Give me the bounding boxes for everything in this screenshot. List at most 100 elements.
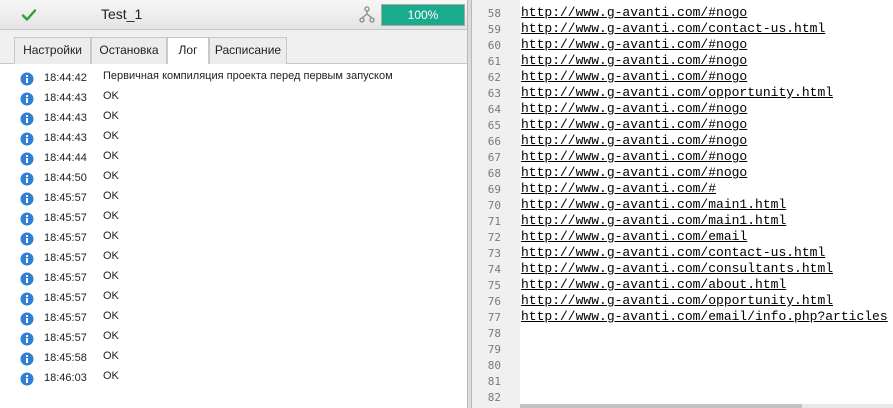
tab-settings[interactable]: Настройки [14,37,91,64]
line-number: 60 [487,39,501,52]
log-row[interactable]: 18:45:58 OK [0,349,467,369]
task-header[interactable]: Test_1 100% [0,0,467,30]
log-row[interactable]: 18:45:57 OK [0,209,467,229]
code-line[interactable]: http://www.g-avanti.com/# [521,181,716,196]
tab-schedule[interactable]: Расписание [209,37,287,64]
text-editor[interactable]: 58 59 60 61 62 63 64 65 66 67 68 69 70 71 72 73 74 75 76 77… [472,0,893,408]
line-number: 61 [487,55,501,68]
log-message: OK [103,270,119,282]
line-number-gutter: 58 59 60 61 62 63 64 65 66 67 68 69 70 71 72 73 74 75 76 77… [472,0,520,408]
info-icon [20,152,34,166]
info-icon [20,272,34,286]
line-number: 81 [487,375,501,388]
log-row[interactable]: 18:45:57 OK [0,249,467,269]
code-line[interactable]: http://www.g-avanti.com/#nogo [521,37,747,52]
log-row[interactable]: 18:44:50 OK [0,169,467,189]
log-row[interactable]: 18:45:57 OK [0,269,467,289]
log-list[interactable]: 18:44:42 Первичная компиляция проекта пер… [0,64,467,408]
code-line[interactable]: http://www.g-avanti.com/#nogo [521,5,747,20]
info-icon [20,352,34,366]
line-number: 62 [487,71,501,84]
log-time: 18:45:57 [44,332,87,344]
line-number: 73 [487,247,501,260]
code-line[interactable]: http://www.g-avanti.com/consultants.html [521,261,833,276]
line-number: 68 [487,167,501,180]
log-row[interactable]: 18:45:57 OK [0,289,467,309]
log-row[interactable]: 18:46:03 OK [0,369,467,389]
log-message: OK [103,210,119,222]
log-message: OK [103,230,119,242]
log-row[interactable]: 18:44:42 Первичная компиляция проекта пер… [0,69,467,89]
log-row[interactable]: 18:44:43 OK [0,129,467,149]
info-icon [20,92,34,106]
code-line[interactable]: http://www.g-avanti.com/#nogo [521,69,747,84]
log-message: OK [103,350,119,362]
log-time: 18:46:03 [44,372,87,384]
line-number: 69 [487,183,501,196]
code-line[interactable]: http://www.g-avanti.com/opportunity.html [521,85,833,100]
line-number: 72 [487,231,501,244]
code-line[interactable]: http://www.g-avanti.com/#nogo [521,53,747,68]
horizontal-scrollbar[interactable] [520,404,893,408]
tab-log[interactable]: Лог [167,37,209,65]
log-message: OK [103,90,119,102]
log-message: OK [103,130,119,142]
code-line[interactable]: http://www.g-avanti.com/#nogo [521,101,747,116]
log-message: OK [103,290,119,302]
line-number: 79 [487,343,501,356]
code-line[interactable]: http://www.g-avanti.com/main1.html [521,213,786,228]
log-message: OK [103,310,119,322]
log-message: OK [103,250,119,262]
log-message: OK [103,110,119,122]
progress-bar: 100% [381,4,465,26]
log-message: OK [103,190,119,202]
log-row[interactable]: 18:45:57 OK [0,309,467,329]
info-icon [20,252,34,266]
log-row[interactable]: 18:45:57 OK [0,229,467,249]
line-number: 65 [487,119,501,132]
info-icon [20,332,34,346]
log-row[interactable]: 18:44:43 OK [0,89,467,109]
code-line[interactable]: http://www.g-avanti.com/contact-us.html [521,21,825,36]
code-line[interactable]: http://www.g-avanti.com/#nogo [521,117,747,132]
progress-label: 100% [407,8,439,22]
log-time: 18:44:44 [44,152,87,164]
tab-stop[interactable]: Остановка [91,37,167,64]
scrollbar-thumb[interactable] [520,404,802,408]
code-line[interactable]: http://www.g-avanti.com/email/info.php?a… [521,309,888,324]
line-number: 71 [487,215,501,228]
log-time: 18:45:57 [44,192,87,204]
code-line[interactable]: http://www.g-avanti.com/#nogo [521,133,747,148]
info-icon [20,212,34,226]
log-message: OK [103,170,119,182]
log-row[interactable]: 18:44:43 OK [0,109,467,129]
code-line[interactable]: http://www.g-avanti.com/about.html [521,277,786,292]
log-time: 18:45:57 [44,272,87,284]
info-icon [20,232,34,246]
hierarchy-icon[interactable] [359,6,375,24]
log-row[interactable]: 18:44:44 OK [0,149,467,169]
line-number: 82 [487,391,501,404]
line-number: 64 [487,103,501,116]
line-number: 76 [487,295,501,308]
log-row[interactable]: 18:45:57 OK [0,189,467,209]
code-line[interactable]: http://www.g-avanti.com/#nogo [521,149,747,164]
line-number: 77 [487,311,501,324]
code-line[interactable]: http://www.g-avanti.com/#nogo [521,165,747,180]
log-time: 18:45:57 [44,292,87,304]
line-number: 80 [487,359,501,372]
code-line[interactable]: http://www.g-avanti.com/contact-us.html [521,245,825,260]
info-icon [20,112,34,126]
line-number: 70 [487,199,501,212]
code-line[interactable]: http://www.g-avanti.com/opportunity.html [521,293,833,308]
log-time: 18:45:57 [44,232,87,244]
log-message: OK [103,370,119,382]
info-icon [20,172,34,186]
code-line[interactable]: http://www.g-avanti.com/email [521,229,747,244]
info-icon [20,372,34,386]
info-icon [20,132,34,146]
log-time: 18:45:58 [44,352,87,364]
log-time: 18:45:57 [44,252,87,264]
code-line[interactable]: http://www.g-avanti.com/main1.html [521,197,786,212]
log-row[interactable]: 18:45:57 OK [0,329,467,349]
